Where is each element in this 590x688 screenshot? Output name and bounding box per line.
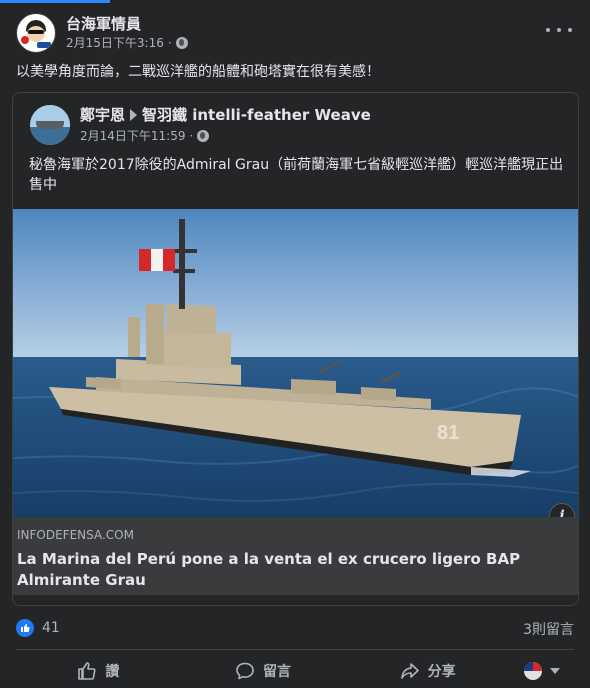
meta-separator: · <box>189 128 194 143</box>
thumbs-up-icon <box>78 662 96 680</box>
comment-icon <box>236 662 254 680</box>
reaction-bar: 41 3則留言 <box>16 617 574 639</box>
shared-timestamp[interactable]: 2月14日下午11:59 <box>80 127 186 145</box>
post-timestamp[interactable]: 2月15日下午3:16 <box>66 34 164 52</box>
page-avatar[interactable] <box>16 13 56 53</box>
divider <box>16 649 574 650</box>
profile-flag-icon <box>524 662 543 680</box>
arrow-right-icon <box>130 109 138 121</box>
post-header: 台海軍情員 2月15日下午3:16 · <box>16 12 188 54</box>
link-title[interactable]: La Marina del Perú pone a la venta el ex… <box>17 549 577 591</box>
comment-label: 留言 <box>263 664 291 680</box>
link-preview[interactable]: INFODEFENSA.COM La Marina del Perú pone … <box>13 517 578 595</box>
ship-photo[interactable]: 81 <box>13 209 578 517</box>
like-button[interactable]: 讚 <box>16 654 181 688</box>
author-avatar[interactable] <box>30 105 70 145</box>
meta-separator: · <box>167 35 172 50</box>
link-domain: INFODEFENSA.COM <box>17 528 134 542</box>
action-bar: 讚 留言 分享 <box>16 654 574 688</box>
more-options-button[interactable] <box>546 20 572 40</box>
group-name-link[interactable]: 智羽鐵 intelli-feather Weave <box>142 106 371 125</box>
top-accent-bar <box>0 0 110 3</box>
hull-number: 81 <box>437 422 459 444</box>
shared-post[interactable]: 鄭宇恩 智羽鐵 intelli-feather Weave 2月14日下午11:… <box>12 92 579 606</box>
reaction-profile-selector[interactable] <box>510 654 574 688</box>
dot-icon <box>546 28 550 32</box>
thumbs-up-reaction-icon[interactable] <box>16 619 34 637</box>
share-icon <box>400 663 419 679</box>
caret-down-icon <box>550 668 561 674</box>
dot-icon <box>557 28 561 32</box>
like-label: 讚 <box>105 664 120 680</box>
share-label: 分享 <box>427 664 456 680</box>
post-card: 台海軍情員 2月15日下午3:16 · 以美學角度而論，二戰巡洋艦的船體和砲塔實… <box>0 0 590 688</box>
dot-icon <box>568 28 572 32</box>
share-button[interactable]: 分享 <box>345 654 510 688</box>
globe-icon <box>197 129 210 142</box>
like-count[interactable]: 41 <box>42 620 60 636</box>
post-text: 以美學角度而論，二戰巡洋艦的船體和砲塔實在很有美感！ <box>16 64 380 80</box>
page-name-link[interactable]: 台海軍情員 <box>66 15 188 34</box>
comment-count[interactable]: 3則留言 <box>523 619 574 639</box>
shared-post-text: 秘魯海軍於2017除役的Admiral Grau（前荷蘭海軍七省級輕巡洋艦）輕巡… <box>29 157 564 193</box>
author-name-link[interactable]: 鄭宇恩 <box>80 106 125 125</box>
cruiser-image: 81 <box>13 209 578 517</box>
globe-icon <box>175 36 188 49</box>
comment-button[interactable]: 留言 <box>181 654 346 688</box>
shared-post-header: 鄭宇恩 智羽鐵 intelli-feather Weave 2月14日下午11:… <box>30 105 371 145</box>
